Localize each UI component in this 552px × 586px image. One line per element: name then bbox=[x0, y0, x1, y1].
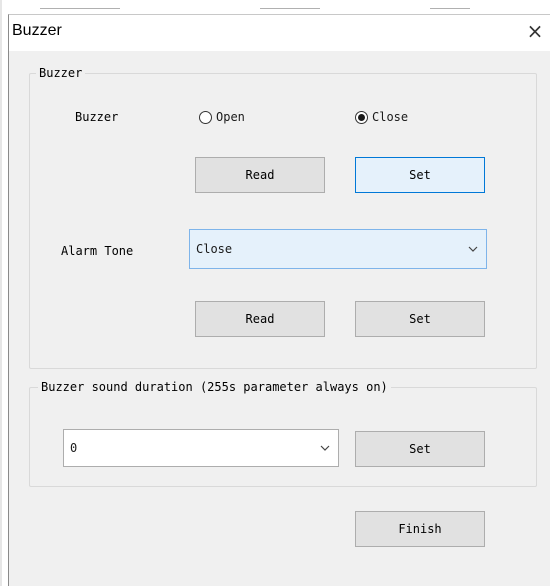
chevron-down-icon[interactable] bbox=[318, 441, 332, 455]
duration-select[interactable]: 0 bbox=[63, 429, 339, 467]
background-line bbox=[40, 8, 120, 9]
background-line bbox=[260, 8, 320, 9]
close-icon[interactable]: × bbox=[523, 19, 547, 43]
duration-group-legend: Buzzer sound duration (255s parameter al… bbox=[38, 380, 391, 394]
set-alarm-tone-button[interactable]: Set bbox=[355, 301, 485, 337]
radio-open-label: Open bbox=[216, 110, 245, 124]
background-window bbox=[0, 0, 552, 14]
alarm-tone-select[interactable]: Close bbox=[189, 229, 487, 269]
buzzer-dialog: Buzzer × Buzzer Buzzer Open Close Read S… bbox=[8, 14, 551, 586]
alarm-tone-label: Alarm Tone bbox=[61, 244, 134, 258]
title-bar[interactable]: Buzzer × bbox=[9, 15, 551, 51]
set-duration-button[interactable]: Set bbox=[355, 431, 485, 467]
buzzer-label: Buzzer bbox=[75, 110, 119, 124]
background-window-edge bbox=[0, 0, 2, 586]
finish-button[interactable]: Finish bbox=[355, 511, 485, 547]
radio-close[interactable]: Close bbox=[355, 109, 408, 125]
alarm-tone-value: Close bbox=[196, 242, 233, 256]
set-buzzer-button[interactable]: Set bbox=[355, 157, 485, 193]
duration-value: 0 bbox=[70, 441, 78, 455]
radio-close-label: Close bbox=[372, 110, 409, 124]
buzzer-group-legend: Buzzer bbox=[36, 66, 86, 80]
dialog-title: Buzzer bbox=[12, 22, 62, 39]
radio-icon[interactable] bbox=[355, 110, 368, 124]
chevron-down-icon[interactable] bbox=[466, 242, 480, 256]
read-alarm-tone-button[interactable]: Read bbox=[195, 301, 325, 337]
radio-open[interactable]: Open bbox=[199, 109, 245, 125]
radio-icon[interactable] bbox=[199, 110, 212, 124]
background-line bbox=[430, 8, 470, 9]
read-buzzer-button[interactable]: Read bbox=[195, 157, 325, 193]
